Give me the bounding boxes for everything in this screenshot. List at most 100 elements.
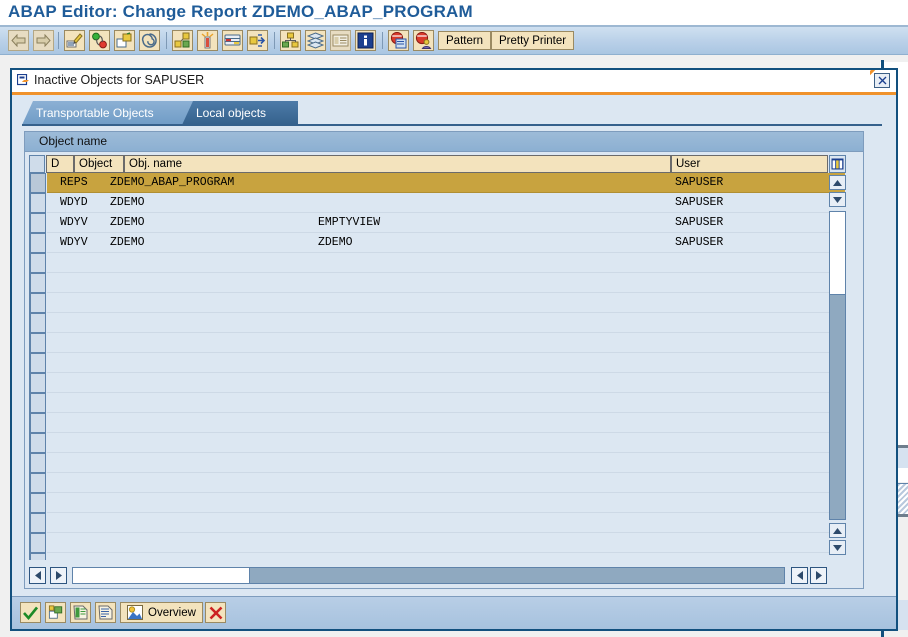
tab-local-objects[interactable]: Local objects [182,101,298,125]
row-selector-cell[interactable] [30,233,46,253]
object-hierarchy-button[interactable] [280,30,301,51]
back-button[interactable] [8,30,29,51]
grid-scroll-thumb[interactable] [829,211,846,295]
overview-button[interactable]: Overview [120,602,203,623]
where-used-list-button[interactable] [172,30,193,51]
display-object-list-button[interactable] [222,30,243,51]
row-selector-cell[interactable] [30,453,46,473]
other-object-button[interactable] [247,30,268,51]
row-selector-cell[interactable] [30,513,46,533]
grid-scroll-track[interactable] [829,211,846,520]
row-selector-cell[interactable] [30,293,46,313]
row-selector-cell[interactable] [30,493,46,513]
table-row[interactable] [30,293,845,313]
display-change-button[interactable] [64,30,85,51]
row-selector-cell[interactable] [30,273,46,293]
inactive-objects-dialog: Inactive Objects for SAPUSER Transportab… [10,68,898,631]
grid-scroll-down-button[interactable] [829,192,846,207]
hscroll-track[interactable] [72,567,785,584]
hscroll-page-right-button[interactable] [810,567,827,584]
debugging-user-button[interactable] [413,30,434,51]
row-background [47,553,845,560]
objects-icon [116,32,132,48]
column-header-object[interactable]: Object [74,155,124,173]
row-selector-cell[interactable] [30,433,46,453]
activate-objects-button[interactable] [45,602,66,623]
row-selector-cell[interactable] [30,373,46,393]
row-selector-cell[interactable] [30,413,46,433]
screen-root: ABAP Editor: Change Report ZDEMO_ABAP_PR… [0,0,908,637]
table-row[interactable]: WDYV ZDEMO EMPTYVIEW SAPUSER [30,213,845,233]
column-header-d[interactable]: D [46,155,74,173]
pattern-button[interactable]: Pattern [438,31,492,50]
table-row[interactable] [30,433,845,453]
check-syntax-button[interactable] [89,30,110,51]
row-selector-cell[interactable] [30,473,46,493]
grid-scroll-page-up-button[interactable] [829,523,846,538]
display-log-button[interactable] [70,602,91,623]
hscroll-right-button[interactable] [50,567,67,584]
grid-vertical-scrollbar[interactable] [829,155,846,560]
table-row[interactable] [30,373,845,393]
debugging-button[interactable] [388,30,409,51]
row-selector-cell[interactable] [30,393,46,413]
row-selector-cell[interactable] [30,333,46,353]
row-selector-cell[interactable] [30,213,46,233]
debug-user-icon [415,32,432,49]
table-row[interactable] [30,493,845,513]
table-row[interactable]: WDYD ZDEMO SAPUSER [30,193,845,213]
row-selector-cell[interactable] [30,533,46,553]
insert-statement-button[interactable] [197,30,218,51]
row-selector-cell[interactable] [30,313,46,333]
hscroll-thumb[interactable] [72,567,250,584]
table-row[interactable] [30,553,845,560]
forward-button[interactable] [33,30,54,51]
information-button[interactable] [355,30,376,51]
column-configuration-button[interactable] [829,155,846,173]
list-button[interactable] [330,30,351,51]
activate-button[interactable] [114,30,135,51]
row-selector-cell[interactable] [30,253,46,273]
row-selector-cell[interactable] [30,193,46,213]
table-row[interactable]: WDYV ZDEMO ZDEMO SAPUSER [30,233,845,253]
grid-horizontal-scrollbar[interactable] [29,567,845,584]
continue-button[interactable] [20,602,41,623]
hscroll-page-left-button[interactable] [791,567,808,584]
window-title-bar: ABAP Editor: Change Report ZDEMO_ABAP_PR… [0,0,908,26]
table-row[interactable] [30,333,845,353]
table-row[interactable] [30,253,845,273]
hierarchy-icon [282,32,299,48]
table-row[interactable] [30,353,845,373]
table-row[interactable] [30,513,845,533]
network-nodes-icon [174,32,190,48]
list-icon [332,34,349,47]
table-row[interactable]: REPS ZDEMO_ABAP_PROGRAM SAPUSER [30,173,845,193]
hscroll-left-button[interactable] [29,567,46,584]
row-selector-cell[interactable] [30,173,46,193]
pretty-printer-button[interactable]: Pretty Printer [491,31,575,50]
cancel-button[interactable] [205,602,226,623]
info-icon [357,32,374,49]
tab-local-objects-label: Local objects [196,106,267,120]
stack-button[interactable] [305,30,326,51]
row-selector-cell[interactable] [30,553,46,560]
table-row[interactable] [30,393,845,413]
table-row[interactable] [30,533,845,553]
table-row[interactable] [30,473,845,493]
display-document-button[interactable] [95,602,116,623]
column-header-user[interactable]: User [671,155,828,173]
dialog-close-button[interactable] [874,73,890,88]
generate-button[interactable] [139,30,160,51]
column-header-user-label: User [676,158,701,170]
table-row[interactable] [30,413,845,433]
grid-select-all-corner[interactable] [29,155,45,173]
table-row[interactable] [30,453,845,473]
grid-scroll-up-button[interactable] [829,175,846,190]
row-selector-cell[interactable] [30,353,46,373]
tab-transportable-objects[interactable]: Transportable Objects [22,101,200,125]
triangle-right-icon [55,571,62,580]
column-header-obj-name[interactable]: Obj. name [124,155,671,173]
grid-scroll-page-down-button[interactable] [829,540,846,555]
table-row[interactable] [30,313,845,333]
table-row[interactable] [30,273,845,293]
